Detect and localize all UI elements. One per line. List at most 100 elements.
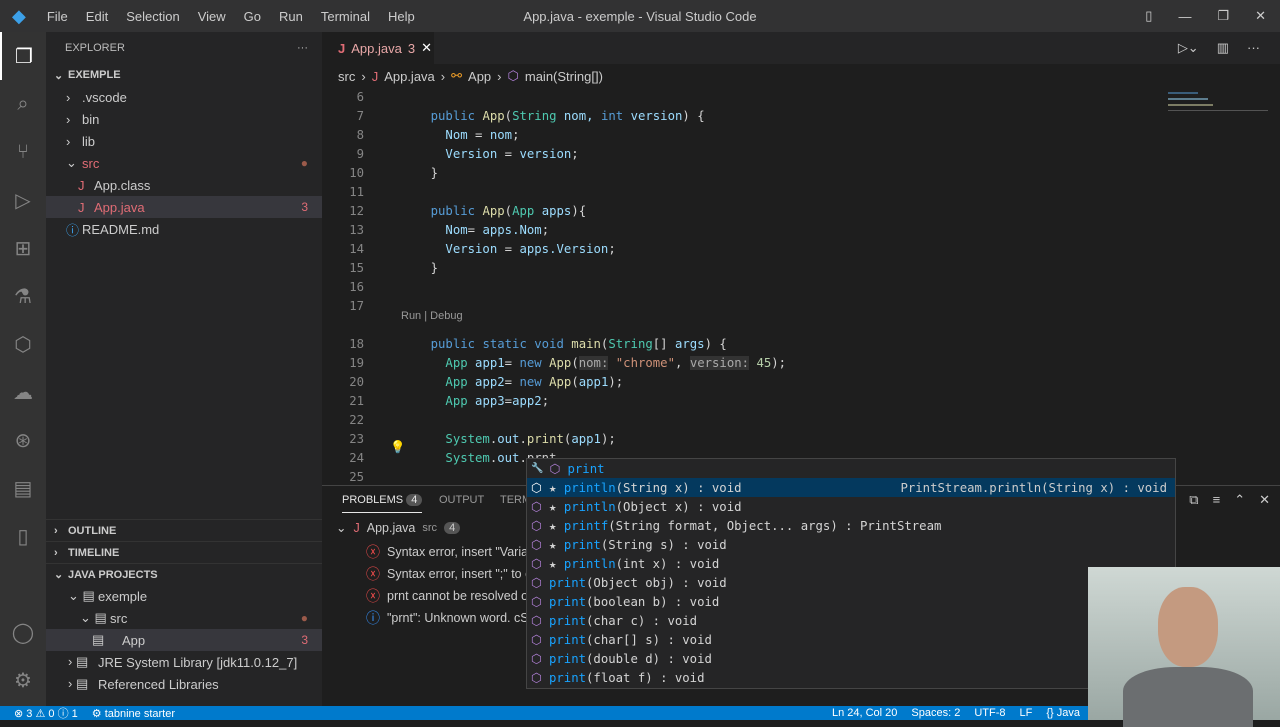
menu-view[interactable]: View (189, 9, 235, 24)
indentation[interactable]: Spaces: 2 (911, 707, 974, 719)
menu-run[interactable]: Run (270, 9, 312, 24)
notes-icon[interactable]: ▯ (0, 512, 46, 560)
problem-item[interactable]: ⓧ prnt cannot be resolved o (366, 586, 528, 606)
code-line[interactable]: System.out.print(app1); (401, 432, 615, 446)
breadcrumb-class[interactable]: App (468, 69, 491, 84)
code-line[interactable]: public static void main(String[] args) { (401, 337, 727, 351)
code-line[interactable]: App app3=app2; (401, 394, 549, 408)
menu-terminal[interactable]: Terminal (312, 9, 379, 24)
menu-selection[interactable]: Selection (117, 9, 188, 24)
code-line[interactable]: App app2= new App(app1); (401, 375, 623, 389)
close-tab-icon[interactable]: ✕ (421, 40, 432, 56)
code-editor[interactable]: Run | Debug 💡 67 public App(String nom, … (322, 88, 1168, 482)
menu-edit[interactable]: Edit (77, 9, 117, 24)
extensions-icon[interactable]: ⊞ (0, 224, 46, 272)
problem-item[interactable]: ⓧ Syntax error, insert "Variab (366, 542, 535, 562)
java-projects-section[interactable]: ⌄ JAVA PROJECTS (46, 563, 322, 585)
code-token: Nom (401, 128, 476, 142)
menu-go[interactable]: Go (235, 9, 270, 24)
testing-icon[interactable]: ⚗ (0, 272, 46, 320)
maximize-button[interactable]: ❐ (1217, 8, 1229, 24)
code-line[interactable]: Nom= apps.Nom; (401, 223, 549, 237)
tabnine-status[interactable]: ⚙ tabnine starter (78, 707, 175, 720)
source-control-icon[interactable]: ⑂ (0, 128, 46, 176)
more-actions-icon[interactable]: ··· (297, 42, 308, 54)
suggest-item[interactable]: 🔧 ⬡ print (527, 459, 1175, 478)
info-icon: ⓘ (366, 610, 380, 626)
layout-icon[interactable]: ▯ (1145, 8, 1152, 24)
file-tree-item[interactable]: J App.class (46, 174, 322, 196)
docker-icon[interactable]: ☁ (0, 368, 46, 416)
minimap[interactable] (1168, 88, 1268, 138)
java-project-item[interactable]: › ▤ Referenced Libraries (46, 673, 322, 695)
suggest-item[interactable]: ⬡ print (double d) : void (527, 649, 1175, 668)
menu-help[interactable]: Help (379, 9, 424, 24)
java-project-item[interactable]: › ▤ JRE System Library [jdk11.0.12_7] (46, 651, 322, 673)
java-project-item[interactable]: ▤ App 3 (46, 629, 322, 651)
breadcrumb-src[interactable]: src (338, 69, 355, 84)
run-debug-icon[interactable]: ▷ (0, 176, 46, 224)
breadcrumb-method[interactable]: main(String[]) (525, 69, 603, 84)
suggest-item[interactable]: ⬡ print (char c) : void (527, 611, 1175, 630)
code-line[interactable]: Nom = nom; (401, 128, 519, 142)
file-tree-item[interactable]: J App.java 3 (46, 196, 322, 218)
suggest-item[interactable]: ⬡ ★ println (Object x) : void (527, 497, 1175, 516)
code-line[interactable]: } (401, 261, 438, 275)
panel-icon[interactable]: ▤ (0, 464, 46, 512)
file-tree-item[interactable]: › lib (46, 130, 322, 152)
tab-output[interactable]: OUTPUT (439, 494, 484, 506)
more-actions-icon[interactable]: ··· (1247, 40, 1260, 56)
maximize-panel-icon[interactable]: ⌃ (1234, 492, 1245, 508)
restore-panel-icon[interactable]: ⧉ (1189, 492, 1198, 508)
remote-icon[interactable]: ⬡ (0, 320, 46, 368)
outline-section[interactable]: › OUTLINE (46, 519, 322, 541)
java-project-item[interactable]: ⌄ ▤ exemple (46, 585, 322, 607)
line-ending[interactable]: LF (1020, 707, 1047, 719)
breadcrumb-file[interactable]: App.java (384, 69, 435, 84)
run-icon[interactable]: ▷⌄ (1178, 40, 1199, 56)
code-line[interactable]: public App(String nom, int version) { (401, 109, 705, 123)
suggest-item[interactable]: ⬡ ★ printf (String format, Object... args)… (527, 516, 1175, 535)
cursor-position[interactable]: Ln 24, Col 20 (832, 707, 911, 719)
suggest-item[interactable]: ⬡ print (boolean b) : void (527, 592, 1175, 611)
file-tree-item[interactable]: › .vscode (46, 86, 322, 108)
suggest-item[interactable]: ⬡ ★ print (String s) : void (527, 535, 1175, 554)
split-editor-icon[interactable]: ▥ (1217, 40, 1229, 56)
problem-item[interactable]: ⓧ Syntax error, insert ";" to c (366, 564, 531, 584)
settings-gear-icon[interactable]: ⚙ (0, 656, 46, 704)
account-icon[interactable]: ◯ (0, 608, 46, 656)
file-tree-item[interactable]: ⓘ README.md (46, 218, 322, 240)
file-tree-item[interactable]: ⌄ src ● (46, 152, 322, 174)
minimize-button[interactable]: — (1178, 9, 1191, 24)
close-window-button[interactable]: ✕ (1255, 8, 1266, 24)
suggest-label: print (549, 632, 587, 647)
menu-file[interactable]: File (38, 9, 77, 24)
problem-item[interactable]: ⓘ "prnt": Unknown word. cS (366, 608, 529, 628)
suggest-item[interactable]: ⬡ print (char[] s) : void (527, 630, 1175, 649)
code-line[interactable]: Version = apps.Version; (401, 242, 615, 256)
code-line[interactable]: Version = version; (401, 147, 578, 161)
project-header[interactable]: ⌄ EXEMPLE (46, 64, 322, 86)
file-tree-item[interactable]: › bin (46, 108, 322, 130)
snippet-icon: ⬡ (549, 461, 561, 476)
suggest-item[interactable]: ⬡ ★ println (int x) : void (527, 554, 1175, 573)
problems-status[interactable]: ⊗ 3 ⚠ 0 ⓘ 1 (0, 705, 78, 721)
code-line[interactable]: App app1= new App(nom: "chrome", version… (401, 356, 786, 370)
problem-file-row[interactable]: ⌄ J App.java src 4 (336, 520, 461, 535)
suggest-item[interactable]: ⬡ ★ println (String x) : void PrintStream.p… (527, 478, 1175, 497)
run-debug-codelens[interactable]: Run | Debug (401, 310, 463, 322)
suggest-item[interactable]: ⬡ print (float f) : void (527, 668, 1175, 687)
filter-icon[interactable]: ≡ (1213, 492, 1221, 508)
tab-problems[interactable]: PROBLEMS 4 (342, 494, 423, 513)
close-panel-icon[interactable]: ✕ (1259, 492, 1270, 508)
code-line[interactable]: } (401, 166, 438, 180)
tab-app-java[interactable]: J App.java 3 ✕ (322, 32, 434, 64)
timeline-section[interactable]: › TIMELINE (46, 541, 322, 563)
explorer-icon[interactable]: ❐ (0, 32, 46, 80)
gitlens-icon[interactable]: ⊛ (0, 416, 46, 464)
java-project-item[interactable]: ⌄ ▤ src ● (46, 607, 322, 629)
suggest-item[interactable]: ⬡ print (Object obj) : void (527, 573, 1175, 592)
search-icon[interactable]: ⌕ (0, 80, 46, 128)
encoding[interactable]: UTF-8 (974, 707, 1019, 719)
code-line[interactable]: public App(App apps){ (401, 204, 587, 218)
